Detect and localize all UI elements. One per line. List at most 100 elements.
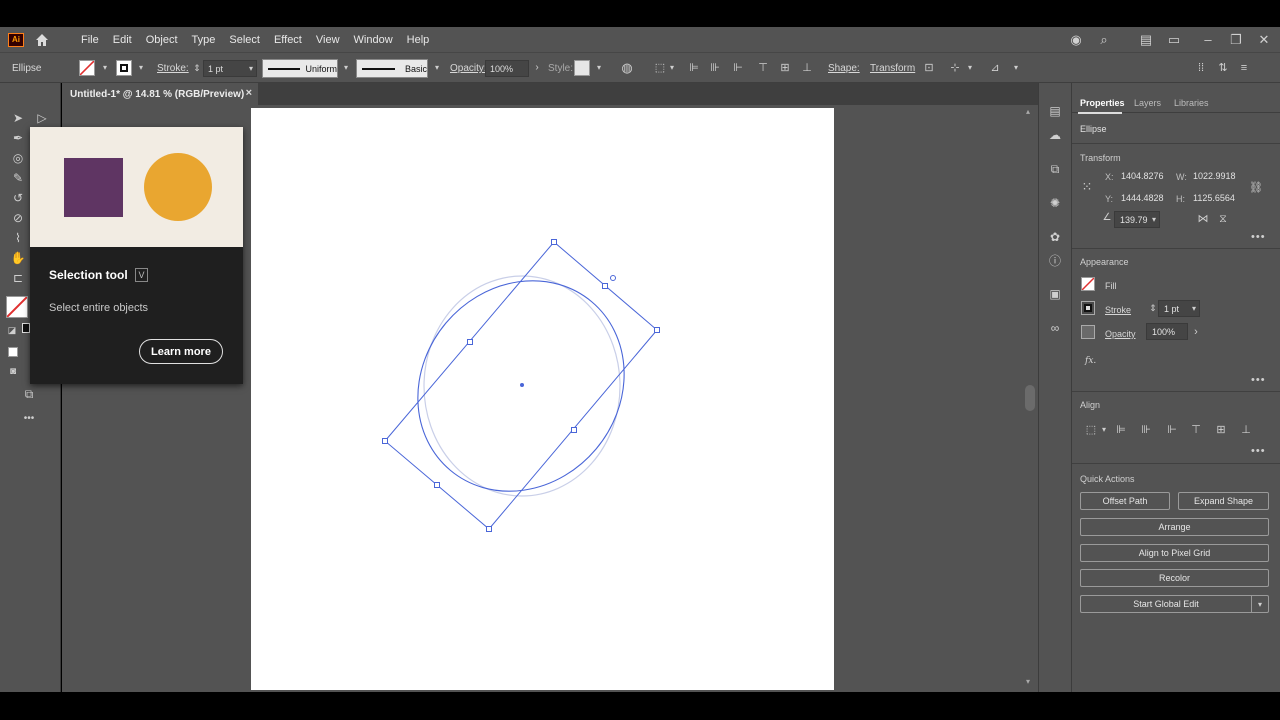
align-right-icon[interactable]: ⊩ (1165, 423, 1179, 437)
learn-more-button[interactable]: Learn more (139, 339, 223, 364)
panel-arrange-icon[interactable]: ⁞⁞ (1193, 61, 1209, 75)
stroke-weight-field[interactable]: 1 pt ▾ (1158, 300, 1200, 317)
opacity-label[interactable]: Opacity: (450, 63, 487, 74)
pen-tool-icon[interactable]: ✒ (9, 129, 27, 147)
artboard-tool-icon[interactable]: ⊏ (9, 269, 27, 287)
scroll-down-icon[interactable]: ▾ (1026, 677, 1030, 686)
toolbar-stroke-swatch[interactable] (22, 323, 30, 333)
color-panel-icon[interactable]: ✺ (1047, 195, 1063, 211)
menu-window[interactable]: Window (347, 34, 400, 46)
screen-mode-icon[interactable]: ⧉ (20, 385, 38, 403)
home-icon[interactable] (34, 32, 50, 48)
toolbar-fill-swatch[interactable] (6, 296, 28, 318)
menu-help[interactable]: Help (400, 34, 437, 46)
menu-object[interactable]: Object (139, 34, 185, 46)
handle-bottom-right-mid[interactable] (571, 427, 577, 433)
flip-horizontal-icon[interactable]: ⋈ (1196, 212, 1210, 226)
tab-libraries[interactable]: Libraries (1174, 98, 1209, 108)
recolor-artwork-icon[interactable]: ◍ (619, 61, 635, 75)
align-to-pixel-grid-button[interactable]: Align to Pixel Grid (1080, 544, 1269, 562)
color-mode-icon[interactable] (8, 347, 18, 357)
draw-mode-icon[interactable]: ◙ (4, 363, 22, 381)
handle-top-right-mid[interactable] (602, 283, 608, 289)
info-panel-icon[interactable]: ⓘ (1047, 253, 1063, 269)
vertical-align-center-icon[interactable]: ⊞ (777, 61, 793, 75)
handle-left[interactable] (382, 438, 388, 444)
width-tool-icon[interactable]: ⊘ (9, 209, 27, 227)
profile-dropdown-icon[interactable]: ▾ (338, 61, 354, 75)
constrain-proportions-icon[interactable]: ⛓ (1249, 181, 1263, 195)
handle-right[interactable] (654, 327, 660, 333)
opacity-swatch-icon[interactable] (1081, 325, 1095, 339)
align-left-icon[interactable]: ⊫ (1114, 423, 1128, 437)
fill-dropdown-icon[interactable]: ▾ (97, 61, 113, 75)
rotation-widget[interactable] (610, 275, 616, 281)
opacity-field[interactable]: 100% (485, 60, 529, 77)
tab-properties[interactable]: Properties (1080, 98, 1125, 108)
fill-swatch[interactable] (79, 60, 95, 76)
layers-panel-icon[interactable]: ⧉ (1047, 161, 1063, 177)
close-window-icon[interactable]: ✕ (1256, 32, 1272, 48)
panel-columns-icon[interactable]: ⇅ (1215, 61, 1231, 75)
fill-label[interactable]: Fill (1105, 281, 1117, 291)
document-tab[interactable]: Untitled-1* @ 14.81 % (RGB/Preview) × (62, 83, 258, 105)
edit-toolbar-icon[interactable]: ••• (20, 410, 38, 428)
offset-path-button[interactable]: Offset Path (1080, 492, 1170, 510)
align-more-options-icon[interactable]: ••• (1251, 445, 1266, 457)
horizontal-align-right-icon[interactable]: ⊩ (730, 61, 746, 75)
fill-color-swatch[interactable] (1081, 277, 1095, 291)
flip-vertical-icon[interactable]: ⧖ (1216, 212, 1230, 226)
menu-file[interactable]: File (74, 34, 106, 46)
brush-dropdown-icon[interactable]: ▾ (429, 61, 445, 75)
variable-width-profile-select[interactable]: Uniform (262, 59, 338, 78)
transparency-panel-icon[interactable]: ▣ (1047, 286, 1063, 302)
vertical-align-top-icon[interactable]: ⊤ (755, 61, 771, 75)
hand-tool-icon[interactable]: ✋ (9, 249, 27, 267)
stroke-swatch[interactable] (116, 60, 132, 76)
align-to-selection-icon[interactable]: ⬚ (1084, 423, 1098, 437)
align-bottom-icon[interactable]: ⊥ (1239, 423, 1253, 437)
menu-view[interactable]: View (309, 34, 347, 46)
start-global-edit-button[interactable]: Start Global Edit (1080, 595, 1251, 613)
menu-effect[interactable]: Effect (267, 34, 309, 46)
eyedropper-tool-icon[interactable]: ⌇ (9, 229, 27, 247)
pathfinder-dropdown-icon[interactable]: ▾ (1008, 61, 1024, 75)
opacity-field[interactable]: 100% (1146, 323, 1188, 340)
y-field[interactable]: 1444.4828 (1116, 189, 1166, 206)
align-to-dropdown-icon[interactable]: ▾ (664, 61, 680, 75)
arrange-button[interactable]: Arrange (1080, 518, 1269, 536)
document-tab-close-icon[interactable]: × (246, 87, 252, 99)
transform-label[interactable]: Transform (870, 63, 915, 74)
search-icon[interactable]: ⌕ (1096, 32, 1112, 48)
tab-layers[interactable]: Layers (1134, 98, 1161, 108)
puppet-warp-dropdown-icon[interactable]: ▾ (962, 61, 978, 75)
isolate-object-icon[interactable]: ⊡ (921, 61, 937, 75)
stroke-weight-field[interactable]: 1 pt ▾ (203, 60, 257, 77)
default-colors-icon[interactable]: ◪ (3, 321, 21, 339)
symbols-icon[interactable]: ✿ (1047, 229, 1063, 245)
style-dropdown-icon[interactable]: ▾ (591, 61, 607, 75)
menu-edit[interactable]: Edit (106, 34, 139, 46)
opacity-label[interactable]: Opacity (1105, 329, 1136, 339)
handle-top[interactable] (551, 239, 557, 245)
handle-top-left-mid[interactable] (467, 339, 473, 345)
x-field[interactable]: 1404.8276 (1116, 167, 1166, 184)
properties-panel-icon[interactable]: ▤ (1047, 103, 1063, 119)
reference-point-icon[interactable]: ⁙ (1080, 180, 1094, 194)
share-user-icon[interactable]: ◉ (1068, 32, 1084, 48)
global-edit-options-button[interactable]: ▾ (1251, 595, 1269, 613)
fx-effects-button[interactable]: fx. (1085, 356, 1096, 366)
links-panel-icon[interactable]: ∞ (1047, 320, 1063, 336)
shape-label[interactable]: Shape: (828, 63, 860, 74)
graphic-style-swatch[interactable] (574, 60, 590, 76)
appearance-more-options-icon[interactable]: ••• (1251, 374, 1266, 386)
align-horizontal-center-icon[interactable]: ⊪ (1139, 423, 1153, 437)
stroke-label[interactable]: Stroke: (157, 63, 189, 74)
selection-tool-icon[interactable]: ➤ (9, 109, 27, 127)
scrollbar-thumb[interactable] (1025, 385, 1035, 411)
w-field[interactable]: 1022.9918 (1188, 167, 1240, 184)
align-top-icon[interactable]: ⊤ (1189, 423, 1203, 437)
minimize-icon[interactable]: – (1200, 32, 1216, 48)
handle-bottom-left-mid[interactable] (434, 482, 440, 488)
align-vertical-center-icon[interactable]: ⊞ (1214, 423, 1228, 437)
